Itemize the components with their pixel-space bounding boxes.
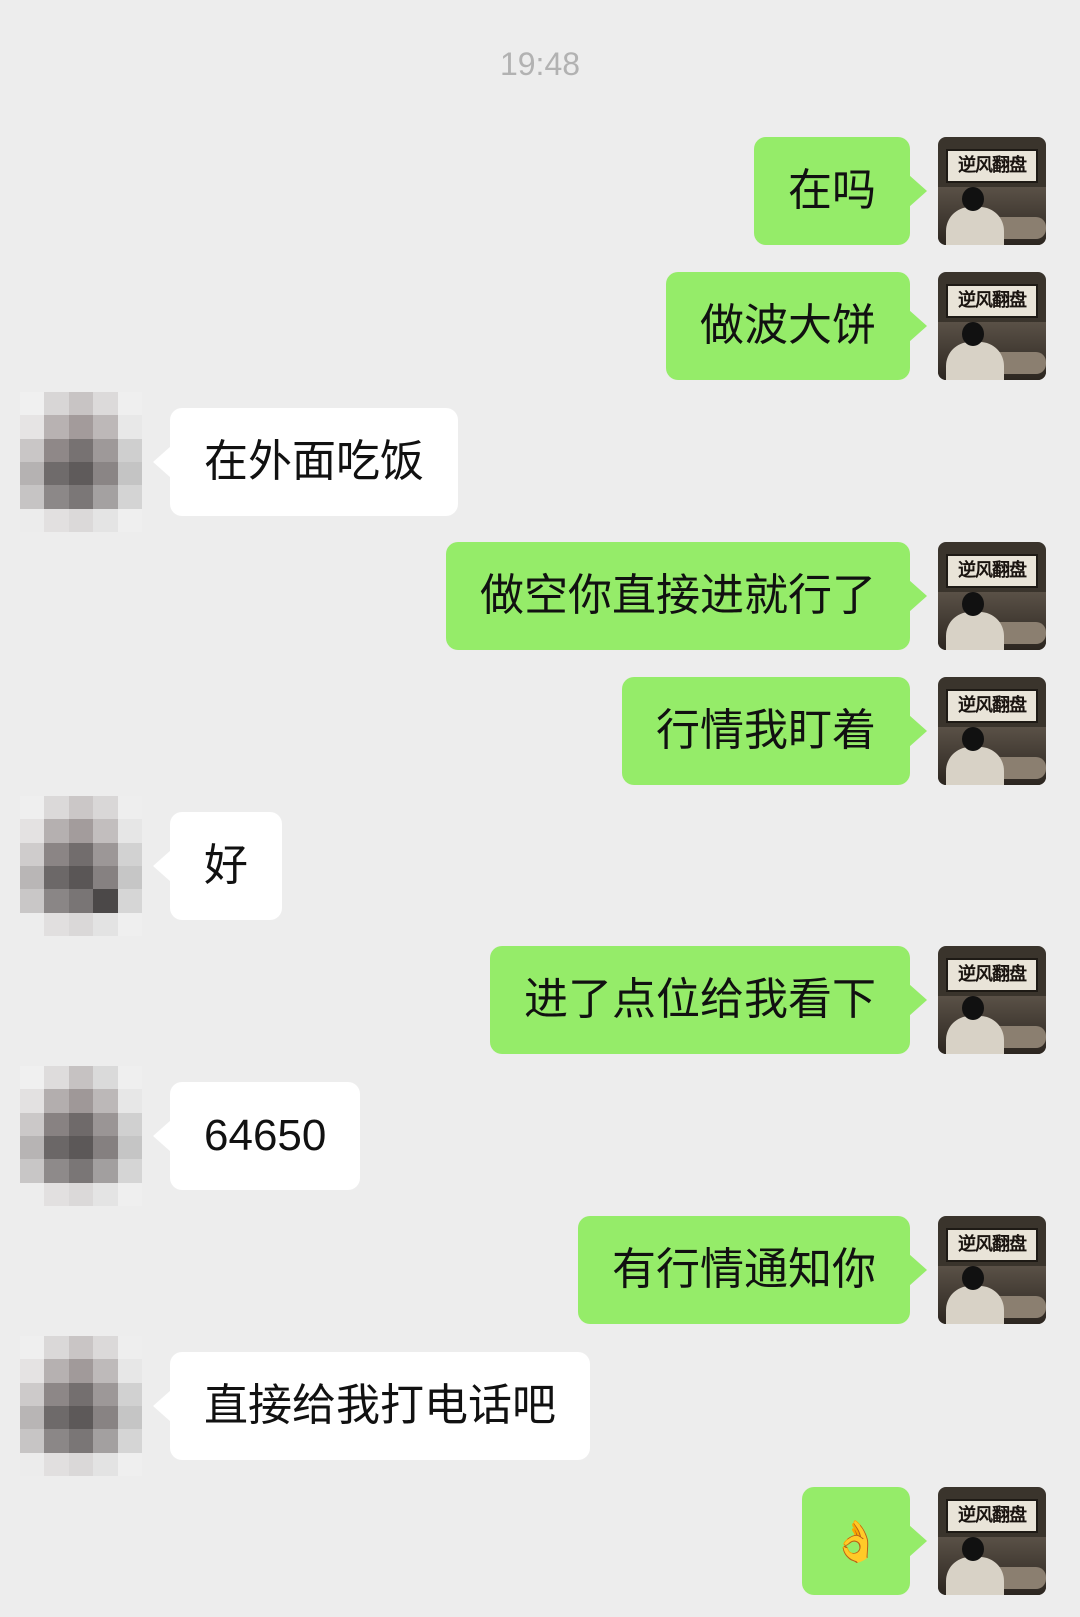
message-row: 直接给我打电话吧 — [0, 1336, 1080, 1476]
avatar-figure — [946, 612, 1004, 650]
avatar-head — [962, 187, 984, 211]
avatar-figure — [946, 1286, 1004, 1324]
avatar-calligraphy: 逆风翻盘 — [946, 689, 1038, 723]
contact-message-bubble[interactable]: 在外面吃饭 — [153, 408, 458, 516]
avatar-figure — [946, 207, 1004, 245]
avatar-figure — [946, 747, 1004, 785]
message-row: 好 — [0, 796, 1080, 936]
my-message-bubble[interactable]: 行情我盯着 — [622, 677, 927, 785]
contact-message-bubble[interactable]: 64650 — [152, 1082, 361, 1190]
avatar-head — [962, 727, 984, 751]
avatar-calligraphy: 逆风翻盘 — [946, 1499, 1038, 1533]
message-row: 做空你直接进就行了 逆风翻盘 — [0, 542, 1080, 650]
avatar-head — [962, 322, 984, 346]
timestamp: 19:48 — [499, 46, 581, 82]
avatar-calligraphy: 逆风翻盘 — [946, 958, 1038, 992]
message-row: 做波大饼 逆风翻盘 — [0, 272, 1080, 380]
contact-avatar[interactable] — [20, 796, 142, 936]
my-message-bubble[interactable]: 有行情通知你 — [578, 1216, 927, 1324]
message-row: 有行情通知你 逆风翻盘 — [0, 1216, 1080, 1324]
message-row: 行情我盯着 逆风翻盘 — [0, 677, 1080, 785]
my-avatar[interactable]: 逆风翻盘 — [938, 1487, 1046, 1595]
avatar-head — [962, 592, 984, 616]
my-avatar[interactable]: 逆风翻盘 — [938, 946, 1046, 1054]
avatar-calligraphy: 逆风翻盘 — [946, 149, 1038, 183]
avatar-figure — [946, 1557, 1004, 1595]
avatar-head — [962, 1266, 984, 1290]
my-avatar[interactable]: 逆风翻盘 — [938, 137, 1046, 245]
message-row: 在吗 逆风翻盘 — [0, 137, 1080, 245]
avatar-calligraphy: 逆风翻盘 — [946, 1228, 1038, 1262]
message-row: 64650 — [0, 1066, 1080, 1206]
contact-avatar[interactable] — [20, 1336, 142, 1476]
contact-avatar[interactable] — [20, 392, 142, 532]
my-avatar[interactable]: 逆风翻盘 — [938, 272, 1046, 380]
my-avatar[interactable]: 逆风翻盘 — [938, 677, 1046, 785]
avatar-calligraphy: 逆风翻盘 — [946, 284, 1038, 318]
message-row: 在外面吃饭 — [0, 392, 1080, 532]
my-message-bubble[interactable]: 在吗 — [754, 137, 927, 245]
avatar-calligraphy: 逆风翻盘 — [946, 554, 1038, 588]
my-message-bubble[interactable]: 做空你直接进就行了 — [446, 542, 927, 650]
my-avatar[interactable]: 逆风翻盘 — [938, 1216, 1046, 1324]
my-message-bubble[interactable]: 进了点位给我看下 — [490, 946, 927, 1054]
avatar-figure — [946, 342, 1004, 380]
ok-hand-emoji-icon: 👌 — [831, 1519, 881, 1565]
message-row: 进了点位给我看下 逆风翻盘 — [0, 946, 1080, 1054]
avatar-head — [962, 1537, 984, 1561]
avatar-figure — [946, 1016, 1004, 1054]
my-message-bubble[interactable]: 👌 — [802, 1487, 927, 1595]
contact-message-bubble[interactable]: 直接给我打电话吧 — [153, 1352, 590, 1460]
my-message-bubble[interactable]: 做波大饼 — [666, 272, 927, 380]
my-avatar[interactable]: 逆风翻盘 — [938, 542, 1046, 650]
avatar-head — [962, 996, 984, 1020]
contact-message-bubble[interactable]: 好 — [153, 812, 282, 920]
message-row: 👌 逆风翻盘 — [0, 1487, 1080, 1595]
contact-avatar[interactable] — [20, 1066, 142, 1206]
